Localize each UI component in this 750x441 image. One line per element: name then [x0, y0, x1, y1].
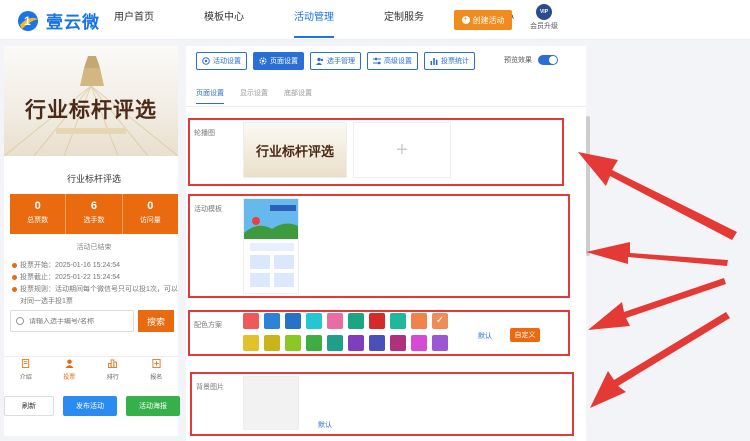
annotation-arrows	[578, 152, 737, 408]
arrow-to-template	[586, 242, 728, 266]
arrow-to-carousel	[578, 152, 737, 240]
arrow-to-color	[588, 278, 726, 330]
